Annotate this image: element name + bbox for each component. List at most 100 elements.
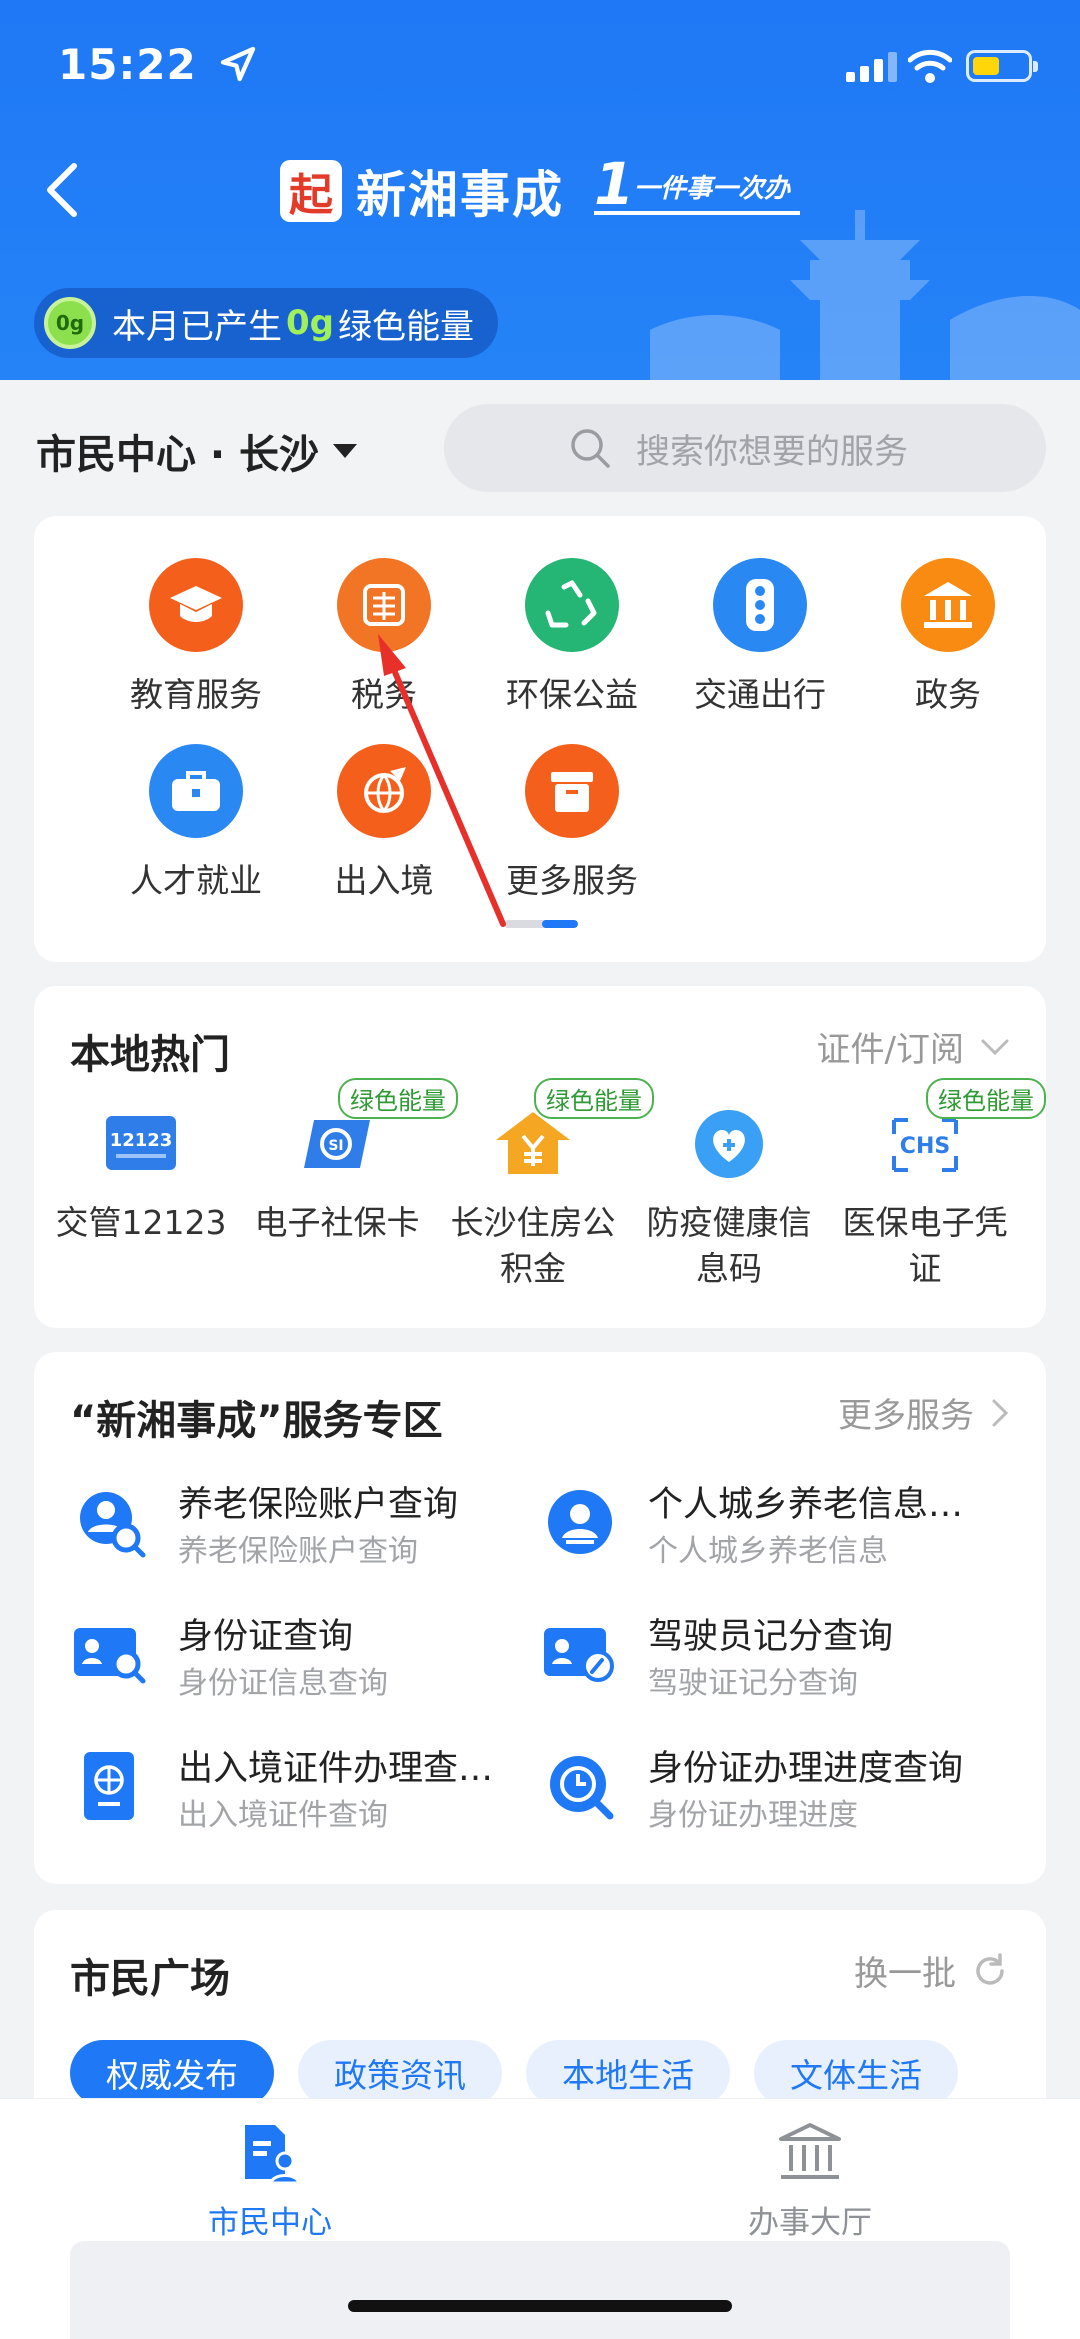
wifi-icon [908, 49, 952, 83]
service-hall-icon [779, 2123, 841, 2179]
app-header: 15:22 起 新湘事成 一件事一次办 0g 本月已产生 0g 绿色能量 [0, 0, 1080, 380]
plaza-tab-culture[interactable]: 文体生活 [754, 2040, 958, 2106]
service-label: 人才就业 [130, 861, 262, 900]
zone-item-pension-account[interactable]: 养老保险账户查询 养老保险账户查询 [70, 1472, 540, 1572]
hot-item-label: 长沙住房公积金 [450, 1203, 616, 1288]
home-indicator [348, 2300, 732, 2312]
zone-item-title: 驾驶员记分查询 [648, 1617, 894, 1657]
hot-item-label: 医保电子凭证 [842, 1203, 1008, 1288]
search-bar[interactable]: 搜索你想要的服务 [444, 404, 1046, 492]
service-government[interactable]: 政务 [854, 558, 1042, 716]
section-title: “新湘事成”服务专区 [70, 1398, 443, 1444]
briefcase-icon [149, 744, 243, 838]
tab-citizen-center[interactable]: 市民中心 [120, 2121, 420, 2242]
more-services-label: 更多服务 [838, 1396, 974, 1436]
zone-item-title: 个人城乡养老信息… [648, 1485, 964, 1525]
city-label: 市民中心 · 长沙 [36, 432, 320, 478]
progress-search-icon [550, 1756, 614, 1820]
zone-item-exit-entry[interactable]: 出入境证件办理查… 出入境证件查询 [70, 1736, 540, 1836]
social-security-card-icon: 绿色能量 SI [292, 1078, 458, 1180]
subscribe-dropdown[interactable]: 证件/订阅 [817, 1022, 1010, 1071]
hot-item-housing-fund[interactable]: 绿色能量 长沙住房公积金 [438, 1078, 654, 1292]
traffic-light-icon [713, 558, 807, 652]
location-arrow-icon [220, 46, 256, 82]
main-content: 市民中心 · 长沙 搜索你想要的服务 教育服务 税务 环保公益 交通出行 政务 [0, 380, 1080, 2110]
refresh-label: 换一批 [854, 1954, 956, 1994]
more-box-icon [525, 744, 619, 838]
service-environment[interactable]: 环保公益 [478, 558, 666, 716]
service-label: 更多服务 [506, 861, 638, 900]
local-hot-card: 本地热门 证件/订阅 12123 交管12123 绿色能量 SI 电子社保卡 绿色… [34, 986, 1046, 1328]
tab-service-hall[interactable]: 办事大厅 [660, 2121, 960, 2242]
more-services-link[interactable]: 更多服务 [838, 1388, 1010, 1437]
zone-item-subtitle: 养老保险账户查询 [178, 1534, 418, 1569]
service-label: 教育服务 [130, 675, 262, 714]
energy-amount: 0g [286, 303, 334, 343]
zone-item-subtitle: 身份证信息查询 [178, 1666, 388, 1701]
hot-item-12123[interactable]: 12123 交管12123 [46, 1106, 236, 1246]
graduation-cap-icon [149, 558, 243, 652]
hot-item-label: 交管12123 [55, 1203, 227, 1242]
service-employment[interactable]: 人才就业 [102, 744, 290, 902]
service-more[interactable]: 更多服务 [478, 744, 666, 902]
tab-label: 市民中心 [208, 2205, 332, 2241]
person-pension-icon [548, 1490, 612, 1554]
zone-item-title: 身份证查询 [178, 1617, 354, 1657]
citizen-center-icon [245, 2125, 301, 2185]
plaza-tab-policy[interactable]: 政策资讯 [298, 2040, 502, 2106]
service-immigration[interactable]: 出入境 [290, 744, 478, 902]
green-energy-tag: 绿色能量 [926, 1078, 1046, 1119]
cellular-signal-icon [846, 52, 897, 82]
service-label: 出入境 [334, 861, 434, 900]
plaza-tab-official[interactable]: 权威发布 [70, 2040, 274, 2106]
zone-item-id-query[interactable]: 身份证查询 身份证信息查询 [70, 1604, 540, 1704]
refresh-icon [976, 1952, 1004, 1985]
services-card: 教育服务 税务 环保公益 交通出行 政务 人才就业 出入境 更多服务 [34, 516, 1046, 962]
zone-item-subtitle: 出入境证件查询 [178, 1798, 388, 1833]
status-bar: 15:22 [58, 40, 1040, 96]
hot-item-health-code[interactable]: 防疫健康信息码 [634, 1106, 824, 1292]
service-education[interactable]: 教育服务 [102, 558, 290, 716]
green-energy-pill[interactable]: 0g 本月已产生 0g 绿色能量 [34, 288, 498, 358]
zone-item-subtitle: 身份证办理进度 [648, 1798, 858, 1833]
zone-item-id-progress[interactable]: 身份证办理进度查询 身份证办理进度 [540, 1736, 1010, 1836]
zone-item-title: 身份证办理进度查询 [648, 1749, 964, 1789]
recycle-icon [525, 558, 619, 652]
hot-item-label: 电子社保卡 [254, 1203, 420, 1242]
tax-icon [337, 558, 431, 652]
health-code-icon [684, 1106, 774, 1180]
city-selector[interactable]: 市民中心 · 长沙 [36, 422, 358, 480]
zone-item-driver-points[interactable]: 驾驶员记分查询 驾驶证记分查询 [540, 1604, 1010, 1704]
caret-down-icon [333, 444, 358, 458]
energy-badge-icon: 0g [44, 297, 96, 349]
service-transport[interactable]: 交通出行 [666, 558, 854, 716]
svg-text:SI: SI [328, 1138, 343, 1154]
chevron-right-icon [992, 1399, 1009, 1426]
housing-fund-icon: 绿色能量 [488, 1078, 654, 1180]
medical-insurance-icon: 绿色能量 CHS [880, 1078, 1046, 1180]
section-title: 本地热门 [70, 1032, 230, 1078]
search-icon [571, 429, 610, 468]
service-label: 政务 [915, 675, 981, 714]
service-tax[interactable]: 税务 [290, 558, 478, 716]
back-chevron-icon[interactable] [40, 160, 84, 220]
battery-icon [966, 50, 1038, 82]
passport-icon [84, 1752, 134, 1820]
plaza-tabs: 权威发布 政策资讯 本地生活 文体生活 [70, 2040, 958, 2106]
hot-item-social-card[interactable]: 绿色能量 SI 电子社保卡 [242, 1078, 458, 1246]
chevron-down-icon [981, 1039, 1009, 1055]
id-card-search-icon [74, 1628, 146, 1684]
svg-text:CHS: CHS [900, 1134, 950, 1159]
brand-logo: 起 [280, 160, 342, 222]
refresh-button[interactable]: 换一批 [854, 1946, 1010, 1995]
plaza-tab-local-life[interactable]: 本地生活 [526, 2040, 730, 2106]
service-zone-card: “新湘事成”服务专区 更多服务 养老保险账户查询 养老保险账户查询 个人城乡养老… [34, 1352, 1046, 1884]
subscribe-label: 证件/订阅 [816, 1030, 964, 1070]
status-time: 15:22 [58, 40, 197, 89]
zone-item-title: 出入境证件办理查… [178, 1749, 494, 1789]
background-content-peek [70, 2241, 1010, 2339]
zone-item-personal-pension[interactable]: 个人城乡养老信息… 个人城乡养老信息 [540, 1472, 1010, 1572]
service-label: 税务 [351, 675, 417, 714]
zone-item-subtitle: 个人城乡养老信息 [648, 1534, 888, 1569]
hot-item-medical-insurance[interactable]: 绿色能量 CHS 医保电子凭证 [830, 1078, 1046, 1292]
